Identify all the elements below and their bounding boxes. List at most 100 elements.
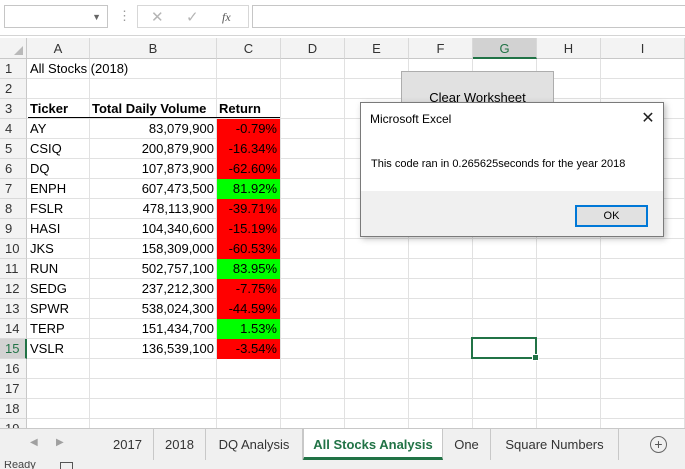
formula-input[interactable]: [252, 5, 685, 28]
row-header-4[interactable]: 4: [0, 119, 27, 139]
chevron-down-icon[interactable]: ▼: [92, 12, 101, 22]
more-options-icon: ⋮: [118, 8, 131, 23]
ticker-cell[interactable]: AY: [28, 119, 90, 139]
row-header-11[interactable]: 11: [0, 259, 27, 279]
ticker-cell[interactable]: RUN: [28, 259, 90, 279]
message-dialog: Microsoft Excel ✕ This code ran in 0.265…: [360, 102, 664, 237]
volume-cell[interactable]: 107,873,900: [90, 159, 217, 179]
row-header-15[interactable]: 15: [0, 339, 27, 359]
active-cell-selection[interactable]: [471, 337, 539, 361]
ok-button[interactable]: OK: [575, 205, 648, 227]
ticker-cell[interactable]: JKS: [28, 239, 90, 259]
volume-cell[interactable]: 478,113,900: [90, 199, 217, 219]
volume-cell[interactable]: 151,434,700: [90, 319, 217, 339]
return-header-cell[interactable]: Return: [217, 99, 281, 119]
ticker-cell[interactable]: HASI: [28, 219, 90, 239]
sheet-tab-dq-analysis[interactable]: DQ Analysis: [206, 429, 303, 460]
volume-cell[interactable]: 104,340,600: [90, 219, 217, 239]
ticker-cell[interactable]: TERP: [28, 319, 90, 339]
ticker-cell[interactable]: DQ: [28, 159, 90, 179]
ticker-cell[interactable]: VSLR: [28, 339, 90, 359]
sheet-title-cell[interactable]: All Stocks (2018): [28, 59, 228, 79]
column-header-b[interactable]: B: [90, 38, 217, 59]
dialog-title: Microsoft Excel: [370, 112, 452, 126]
return-cell[interactable]: -15.19%: [217, 219, 280, 239]
return-cell[interactable]: -44.59%: [217, 299, 280, 319]
volume-cell[interactable]: 538,024,300: [90, 299, 217, 319]
cancel-icon[interactable]: ✕: [151, 8, 164, 26]
formula-bar: ▼ ⋮ ✕ ✓ fx: [0, 0, 685, 36]
row-header-8[interactable]: 8: [0, 199, 27, 219]
return-cell[interactable]: -7.75%: [217, 279, 280, 299]
ticker-header-cell[interactable]: Ticker: [28, 99, 90, 119]
column-header-g[interactable]: G: [473, 38, 537, 59]
column-header-a[interactable]: A: [27, 38, 90, 59]
macro-recording-icon[interactable]: [60, 462, 73, 469]
volume-header-cell[interactable]: Total Daily Volume: [90, 99, 218, 119]
return-cell[interactable]: 1.53%: [217, 319, 280, 339]
return-cell[interactable]: -60.53%: [217, 239, 280, 259]
sheet-tab-one[interactable]: One: [443, 429, 491, 460]
return-cell[interactable]: -0.79%: [217, 119, 280, 139]
row-header-19[interactable]: 19: [0, 419, 27, 428]
sheet-tab-square-numbers[interactable]: Square Numbers: [491, 429, 619, 460]
ticker-cell[interactable]: ENPH: [28, 179, 90, 199]
sheet-tab-2018[interactable]: 2018: [154, 429, 206, 460]
gridline-horizontal: [27, 398, 685, 399]
return-cell[interactable]: -3.54%: [217, 339, 280, 359]
return-cell[interactable]: 83.95%: [217, 259, 280, 279]
dialog-message: This code ran in 0.265625seconds for the…: [371, 158, 626, 170]
volume-cell[interactable]: 502,757,100: [90, 259, 217, 279]
ticker-cell[interactable]: SPWR: [28, 299, 90, 319]
column-header-c[interactable]: C: [217, 38, 281, 59]
add-sheet-button[interactable]: +: [650, 436, 667, 453]
row-header-2[interactable]: 2: [0, 79, 27, 99]
column-header-e[interactable]: E: [345, 38, 409, 59]
row-header-17[interactable]: 17: [0, 379, 27, 399]
sheet-tab-2017[interactable]: 2017: [102, 429, 154, 460]
row-header-9[interactable]: 9: [0, 219, 27, 239]
row-header-18[interactable]: 18: [0, 399, 27, 419]
column-header-h[interactable]: H: [537, 38, 601, 59]
row-header-10[interactable]: 10: [0, 239, 27, 259]
return-cell[interactable]: -62.60%: [217, 159, 280, 179]
name-box[interactable]: ▼: [4, 5, 108, 28]
row-header-14[interactable]: 14: [0, 319, 27, 339]
scroll-tabs-left-icon[interactable]: ◀: [30, 437, 38, 448]
row-header-3[interactable]: 3: [0, 99, 27, 119]
volume-cell[interactable]: 136,539,100: [90, 339, 217, 359]
ticker-cell[interactable]: FSLR: [28, 199, 90, 219]
gridline-horizontal: [27, 418, 685, 419]
volume-cell[interactable]: 158,309,000: [90, 239, 217, 259]
enter-icon[interactable]: ✓: [186, 8, 199, 26]
column-header-f[interactable]: F: [409, 38, 473, 59]
sheet-tab-all-stocks-analysis[interactable]: All Stocks Analysis: [303, 429, 443, 460]
close-icon[interactable]: ✕: [637, 109, 659, 129]
return-cell[interactable]: 81.92%: [217, 179, 280, 199]
select-all-button[interactable]: [0, 38, 27, 59]
return-cell[interactable]: -39.71%: [217, 199, 280, 219]
column-header-d[interactable]: D: [281, 38, 345, 59]
row-header-6[interactable]: 6: [0, 159, 27, 179]
gridline-vertical: [344, 59, 345, 428]
sheet-tab-bar: ◀ ▶ 2017 2018 DQ Analysis All Stocks Analys…: [0, 428, 685, 461]
row-header-16[interactable]: 16: [0, 359, 27, 379]
row-header-13[interactable]: 13: [0, 299, 27, 319]
row-header-5[interactable]: 5: [0, 139, 27, 159]
scroll-tabs-right-icon[interactable]: ▶: [56, 437, 64, 448]
insert-function-icon[interactable]: fx: [222, 10, 231, 25]
row-header-12[interactable]: 12: [0, 279, 27, 299]
ticker-cell[interactable]: CSIQ: [28, 139, 90, 159]
volume-cell[interactable]: 237,212,300: [90, 279, 217, 299]
volume-cell[interactable]: 607,473,500: [90, 179, 217, 199]
return-cell[interactable]: -16.34%: [217, 139, 280, 159]
ticker-cell[interactable]: SEDG: [28, 279, 90, 299]
row-header-1[interactable]: 1: [0, 59, 27, 79]
row-header-7[interactable]: 7: [0, 179, 27, 199]
dialog-body: This code ran in 0.265625seconds for the…: [361, 135, 663, 191]
volume-cell[interactable]: 200,879,900: [90, 139, 217, 159]
gridline-horizontal: [27, 378, 685, 379]
dialog-titlebar[interactable]: Microsoft Excel ✕: [361, 103, 663, 135]
volume-cell[interactable]: 83,079,900: [90, 119, 217, 139]
column-header-i[interactable]: I: [601, 38, 685, 59]
